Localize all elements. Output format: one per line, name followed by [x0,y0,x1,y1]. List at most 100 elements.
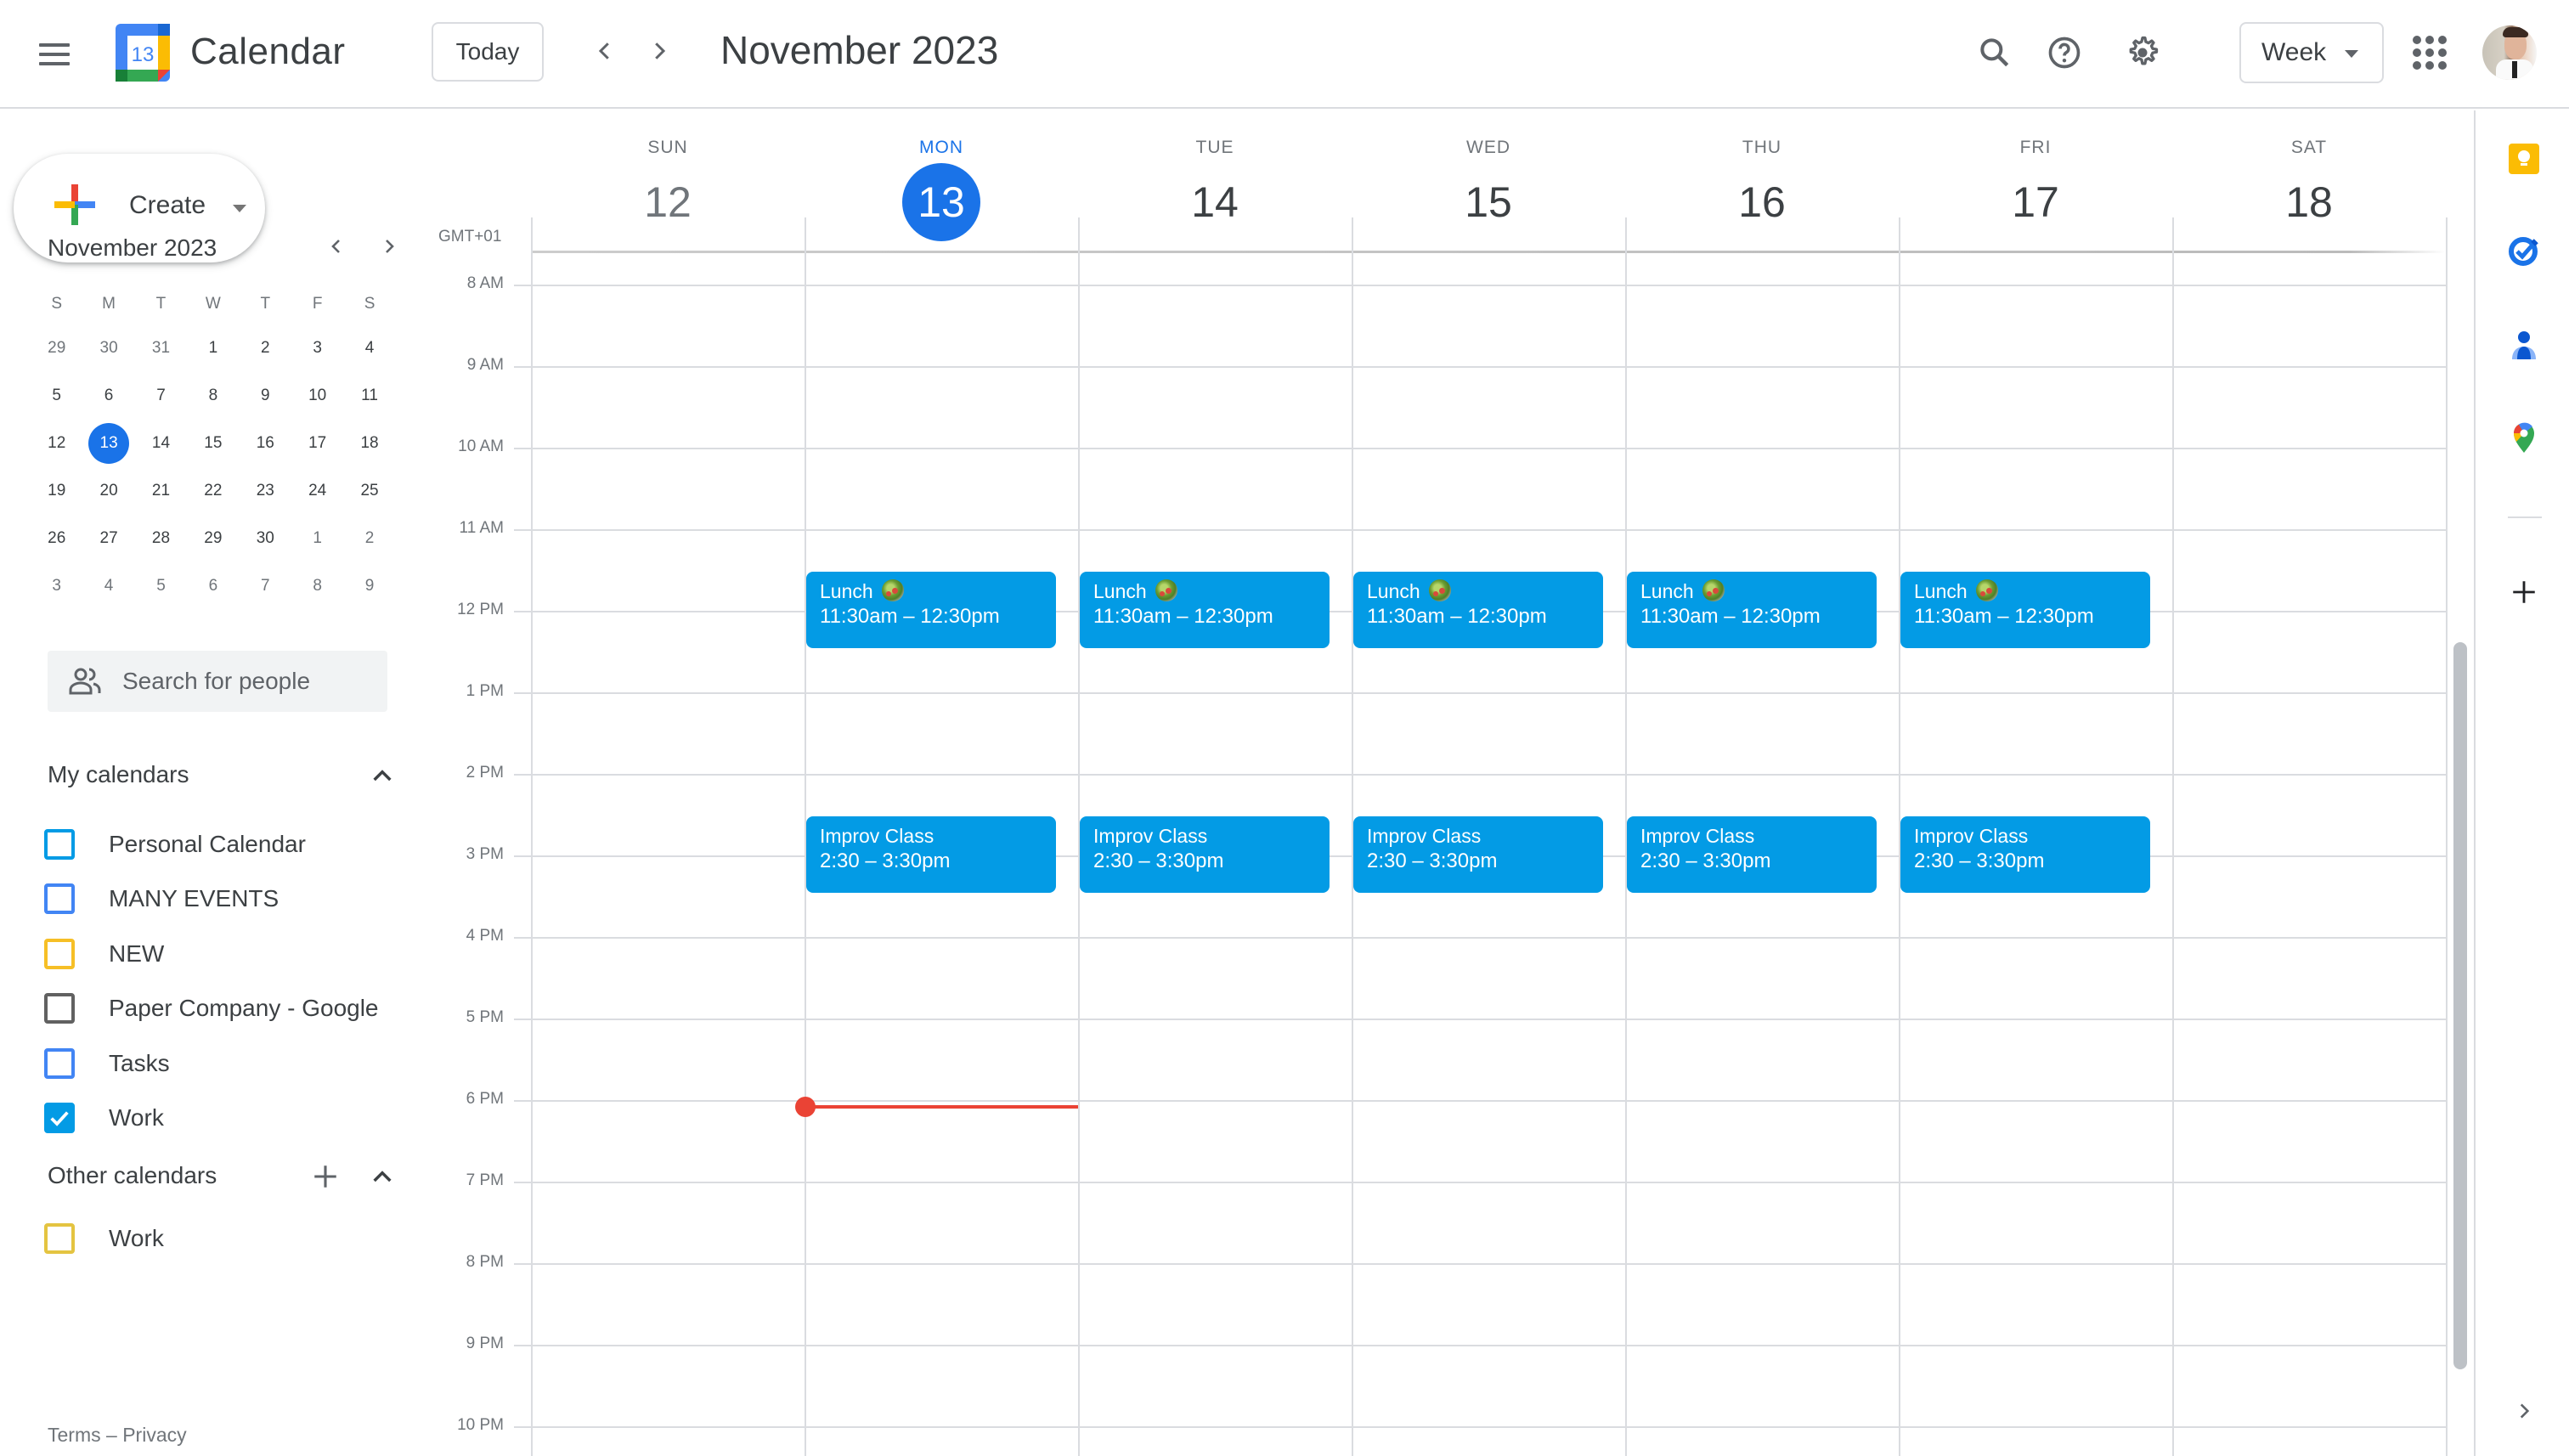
calendar-list-item[interactable]: Work [44,1094,401,1142]
calendar-event[interactable]: Lunch 11:30am – 12:30pm [1900,572,2150,648]
search-people-input[interactable]: Search for people [48,651,387,712]
mini-day[interactable]: 6 [187,562,239,610]
day-header-sun[interactable]: SUN 12 [531,110,805,246]
calendar-event[interactable]: Lunch 11:30am – 12:30pm [806,572,1056,648]
mini-day[interactable]: 29 [187,515,239,562]
mini-day[interactable]: 30 [82,324,134,372]
gear-icon[interactable] [2120,31,2165,75]
mini-day[interactable]: 31 [135,324,187,372]
calendar-event[interactable]: Improv Class 2:30 – 3:30pm [1627,816,1877,893]
calendar-list-item[interactable]: MANY EVENTS [44,875,401,923]
calendar-list-item[interactable]: Work [44,1215,401,1262]
mini-day[interactable]: 5 [135,562,187,610]
view-selector[interactable]: Week [2239,22,2384,83]
calendar-list-item[interactable]: Personal Calendar [44,821,401,868]
calendar-event[interactable]: Lunch 11:30am – 12:30pm [1353,572,1603,648]
day-header-mon[interactable]: MON 13 [805,110,1078,246]
mini-day[interactable]: 8 [291,562,343,610]
day-number[interactable]: 12 [629,163,707,241]
today-button[interactable]: Today [432,22,544,82]
day-number[interactable]: 14 [1176,163,1254,241]
other-calendars-header[interactable]: Other calendars [48,1157,396,1198]
mini-day[interactable]: 7 [240,562,291,610]
mini-day[interactable]: 1 [187,324,239,372]
mini-day[interactable]: 17 [291,420,343,467]
checkbox-checked[interactable] [44,1103,75,1133]
calendar-event[interactable]: Improv Class 2:30 – 3:30pm [1080,816,1330,893]
mini-day[interactable]: 9 [343,562,395,610]
calendar-list-item[interactable]: Paper Company - Google [44,985,401,1032]
day-number[interactable]: 13 [902,163,980,241]
mini-day[interactable]: 2 [240,324,291,372]
checkbox[interactable] [44,938,75,969]
day-number[interactable]: 16 [1723,163,1801,241]
checkbox[interactable] [44,829,75,860]
mini-day[interactable]: 12 [31,420,82,467]
checkbox[interactable] [44,883,75,915]
day-header-wed[interactable]: WED 15 [1352,110,1625,246]
day-header-tue[interactable]: TUE 14 [1078,110,1352,246]
mini-day[interactable]: 23 [240,467,291,515]
mini-prev-month-icon[interactable] [319,229,353,263]
calendar-event[interactable]: Improv Class 2:30 – 3:30pm [1900,816,2150,893]
calendar-event[interactable]: Lunch 11:30am – 12:30pm [1080,572,1330,648]
mini-day[interactable]: 14 [135,420,187,467]
day-header-sat[interactable]: SAT 18 [2172,110,2446,246]
calendar-event[interactable]: Lunch 11:30am – 12:30pm [1627,572,1877,648]
my-calendars-header[interactable]: My calendars [48,756,396,797]
mini-day[interactable]: 18 [343,420,395,467]
chevron-right-icon[interactable] [639,31,680,71]
privacy-link[interactable]: Privacy [122,1424,186,1446]
mini-day[interactable]: 26 [31,515,82,562]
week-grid[interactable]: GMT+01 SUN 12 MON 13 TUE 14 WED 15 THU 16 FRI… [408,110,2474,1456]
mini-day[interactable]: 28 [135,515,187,562]
hamburger-menu-icon[interactable] [34,34,75,75]
contacts-icon[interactable] [2506,328,2542,364]
mini-day[interactable]: 30 [240,515,291,562]
calendar-list-item[interactable]: NEW [44,930,401,978]
mini-next-month-icon[interactable] [372,229,406,263]
mini-day[interactable]: 21 [135,467,187,515]
mini-day[interactable]: 9 [240,372,291,420]
day-header-fri[interactable]: FRI 17 [1899,110,2172,246]
mini-day[interactable]: 15 [187,420,239,467]
mini-day[interactable]: 29 [31,324,82,372]
mini-day[interactable]: 10 [291,372,343,420]
mini-day[interactable]: 27 [82,515,134,562]
mini-day[interactable]: 2 [343,515,395,562]
day-number[interactable]: 17 [1996,163,2075,241]
search-icon[interactable] [1973,31,2017,75]
calendar-event[interactable]: Improv Class 2:30 – 3:30pm [1353,816,1603,893]
keep-icon[interactable] [2506,141,2542,177]
apps-grid-icon[interactable] [2413,36,2447,70]
account-avatar[interactable] [2482,25,2537,80]
calendar-list-item[interactable]: Tasks [44,1040,401,1087]
mini-day-today[interactable]: 13 [82,420,134,467]
add-calendar-icon[interactable] [311,1162,340,1191]
mini-day[interactable]: 25 [343,467,395,515]
mini-day[interactable]: 4 [82,562,134,610]
add-addon-icon[interactable] [2506,574,2542,610]
calendar-event[interactable]: Improv Class 2:30 – 3:30pm [806,816,1056,893]
caret-down-icon[interactable] [233,205,246,212]
vertical-scrollbar[interactable] [2453,642,2467,1369]
checkbox[interactable] [44,1223,75,1254]
calendar-logo-icon[interactable]: 13 [116,24,170,82]
mini-day[interactable]: 3 [31,562,82,610]
day-number[interactable]: 15 [1449,163,1527,241]
tasks-icon[interactable] [2506,233,2542,268]
mini-day[interactable]: 16 [240,420,291,467]
mini-day[interactable]: 4 [343,324,395,372]
day-header-thu[interactable]: THU 16 [1625,110,1899,246]
chevron-left-icon[interactable] [584,31,625,71]
expand-panel-icon[interactable] [2506,1393,2542,1429]
mini-day[interactable]: 11 [343,372,395,420]
mini-day[interactable]: 20 [82,467,134,515]
terms-link[interactable]: Terms [48,1424,101,1446]
maps-icon[interactable] [2506,420,2542,455]
mini-day[interactable]: 5 [31,372,82,420]
chevron-up-icon[interactable] [369,1164,396,1191]
mini-day[interactable]: 24 [291,467,343,515]
checkbox[interactable] [44,993,75,1024]
chevron-up-icon[interactable] [369,763,396,790]
